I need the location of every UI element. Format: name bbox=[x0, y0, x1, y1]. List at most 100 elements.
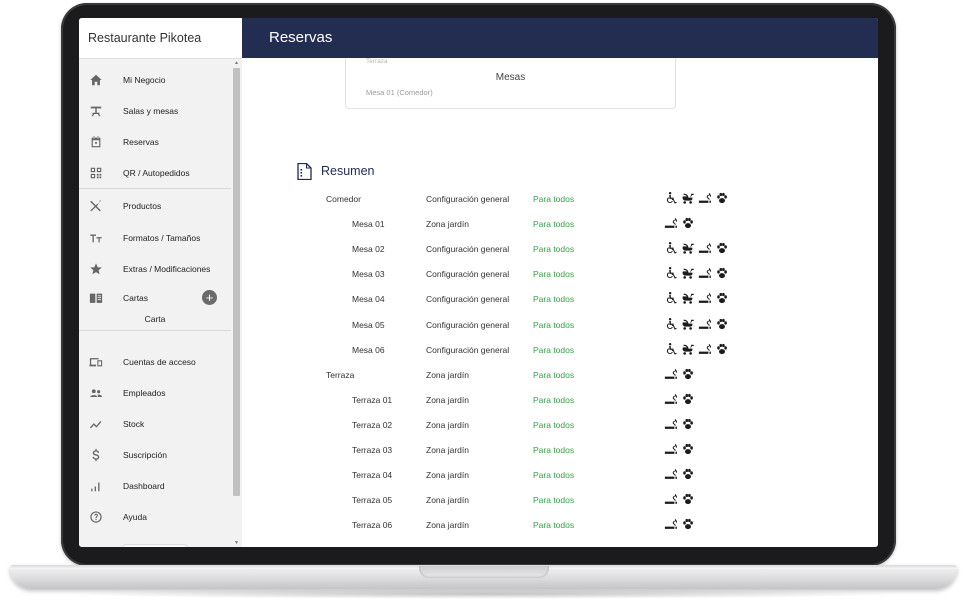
summary-row: Terraza 01 Zona jardín Para todos bbox=[242, 392, 878, 420]
row-name: Mesa 06 bbox=[352, 344, 385, 355]
smoking-icon bbox=[698, 293, 711, 304]
menu-book-icon bbox=[88, 290, 104, 306]
summary-row: Mesa 03 Configuración general Para todos bbox=[242, 267, 878, 294]
smoking-icon bbox=[664, 493, 677, 504]
summary-row: Mesa 02 Configuración general Para todos bbox=[242, 241, 878, 269]
row-access: Para todos bbox=[533, 194, 575, 204]
sidebar-item-label: Reservas bbox=[123, 136, 159, 147]
row-feature-icons bbox=[664, 342, 729, 356]
row-access: Para todos bbox=[533, 219, 575, 230]
row-feature-icons bbox=[664, 392, 695, 406]
sidebar-item-label: Empleados bbox=[123, 387, 166, 398]
row-config: Zona jardín bbox=[426, 495, 469, 506]
accessible-icon bbox=[666, 342, 677, 355]
sidebar-item-cuentas-de-acceso[interactable]: Cuentas de acceso bbox=[79, 346, 231, 377]
people-icon bbox=[88, 385, 104, 401]
laptop-screen: Restaurante Pikotea ▲ ▼ Mi Negocio Salas … bbox=[79, 18, 878, 547]
row-name: Mesa 01 bbox=[352, 219, 385, 230]
sidebar-item-salas-y-mesas[interactable]: Salas y mesas bbox=[79, 95, 231, 126]
smoking-icon bbox=[698, 343, 711, 354]
sidebar-item-empleados[interactable]: Empleados bbox=[79, 377, 231, 408]
sidebar-item-label: Ayuda bbox=[123, 511, 147, 522]
summary-row: Terraza 05 Zona jardín Para todos bbox=[242, 493, 878, 520]
row-config: Zona jardín bbox=[426, 219, 469, 230]
row-config: Configuración general bbox=[426, 344, 510, 355]
summary-row: Mesa 05 Configuración general Para todos bbox=[242, 317, 878, 345]
row-access: Para todos bbox=[533, 394, 575, 405]
scroll-up-arrow-icon[interactable]: ▲ bbox=[233, 60, 240, 67]
row-config: Zona jardín bbox=[426, 369, 469, 380]
row-config: Zona jardín bbox=[426, 445, 469, 455]
pet-paw-icon bbox=[683, 393, 693, 404]
row-access: Para todos bbox=[533, 319, 575, 330]
row-feature-icons bbox=[664, 442, 695, 456]
pet-paw-icon bbox=[717, 343, 727, 354]
pet-paw-icon bbox=[717, 318, 727, 329]
sidebar-item-label: QR / Autopedidos bbox=[123, 167, 190, 178]
row-config: Zona jardín bbox=[426, 520, 469, 531]
summary-row: Terraza 06 Zona jardín Para todos bbox=[242, 517, 878, 545]
row-feature-icons bbox=[664, 241, 729, 255]
row-name: Terraza 01 bbox=[352, 394, 393, 405]
text-size-icon bbox=[88, 230, 104, 246]
sidebar-item-formatos-tamanos[interactable]: Formatos / Tamaños bbox=[79, 222, 231, 253]
summary-row: Mesa 01 Zona jardín Para todos bbox=[242, 216, 878, 244]
sidebar-item-mi-negocio[interactable]: Mi Negocio bbox=[79, 64, 231, 95]
sidebar-item-label: Cuentas de acceso bbox=[123, 356, 196, 367]
sidebar-item-qr-autopedidos[interactable]: QR / Autopedidos bbox=[79, 157, 231, 188]
row-feature-icons bbox=[664, 191, 729, 205]
sidebar-item-productos[interactable]: Productos bbox=[79, 190, 231, 221]
row-config: Configuración general bbox=[426, 244, 510, 255]
star-icon bbox=[88, 261, 104, 277]
sidebar-item-extras-modificaciones[interactable]: Extras / Modificaciones bbox=[79, 253, 231, 284]
summary-title: Resumen bbox=[321, 164, 375, 178]
sidebar-item-label: Suscripción bbox=[123, 449, 167, 460]
mesas-card[interactable]: Terraza Mesas Mesa 01 (Comedor) bbox=[345, 58, 676, 109]
sidebar-bottom-partial-item bbox=[122, 544, 188, 547]
pet-paw-icon bbox=[683, 494, 693, 505]
trend-icon bbox=[88, 416, 104, 432]
row-name: Mesa 04 bbox=[352, 294, 385, 305]
row-name: Terraza 04 bbox=[352, 470, 393, 481]
row-name: Mesa 05 bbox=[352, 319, 385, 330]
accessible-icon bbox=[666, 267, 677, 279]
stroller-icon bbox=[682, 243, 694, 254]
card-faded-label: Terraza bbox=[366, 58, 388, 65]
summary-row: Terraza Zona jardín Para todos bbox=[242, 368, 878, 395]
sidebar-item-reservas[interactable]: Reservas bbox=[79, 126, 231, 157]
scroll-down-arrow-icon[interactable]: ▼ bbox=[233, 540, 240, 547]
row-name: Terraza bbox=[326, 369, 355, 380]
summary-row: Mesa 06 Configuración general Para todos bbox=[242, 342, 878, 370]
add-carta-button[interactable]: + bbox=[202, 290, 217, 305]
row-config: Configuración general bbox=[426, 294, 510, 305]
calendar-icon bbox=[88, 134, 104, 150]
row-name: Terraza 02 bbox=[352, 419, 393, 430]
pet-paw-icon bbox=[683, 443, 693, 455]
row-feature-icons bbox=[664, 467, 695, 481]
pet-paw-icon bbox=[717, 268, 727, 279]
row-access: Para todos bbox=[533, 344, 575, 355]
sidebar-item-label: Productos bbox=[123, 200, 162, 211]
bar-chart-icon bbox=[88, 478, 104, 494]
pet-paw-icon bbox=[717, 293, 727, 304]
card-title: Mesas bbox=[495, 72, 526, 83]
sidebar-item-ayuda[interactable]: Ayuda bbox=[79, 501, 231, 532]
row-access: Para todos bbox=[533, 294, 575, 305]
pet-paw-icon bbox=[683, 468, 693, 480]
sidebar-item-dashboard[interactable]: Dashboard bbox=[79, 470, 231, 501]
smoking-icon bbox=[664, 393, 677, 404]
stroller-icon bbox=[682, 319, 694, 330]
sidebar-item-stock[interactable]: Stock bbox=[79, 408, 231, 439]
smoking-icon bbox=[664, 468, 677, 479]
sidebar-item-suscripcion[interactable]: Suscripción bbox=[79, 439, 231, 470]
pet-paw-icon bbox=[683, 418, 693, 429]
laptop-opening-notch bbox=[419, 566, 549, 578]
sidebar-item-label: Salas y mesas bbox=[123, 105, 179, 116]
row-feature-icons bbox=[664, 517, 695, 531]
row-name: Terraza 06 bbox=[352, 520, 393, 531]
sidebar-subitem-carta[interactable]: Carta bbox=[79, 309, 231, 329]
qr-code-icon bbox=[88, 165, 104, 181]
row-feature-icons bbox=[664, 216, 695, 230]
scrollbar-thumb[interactable] bbox=[233, 68, 240, 496]
smoking-icon bbox=[698, 192, 711, 203]
